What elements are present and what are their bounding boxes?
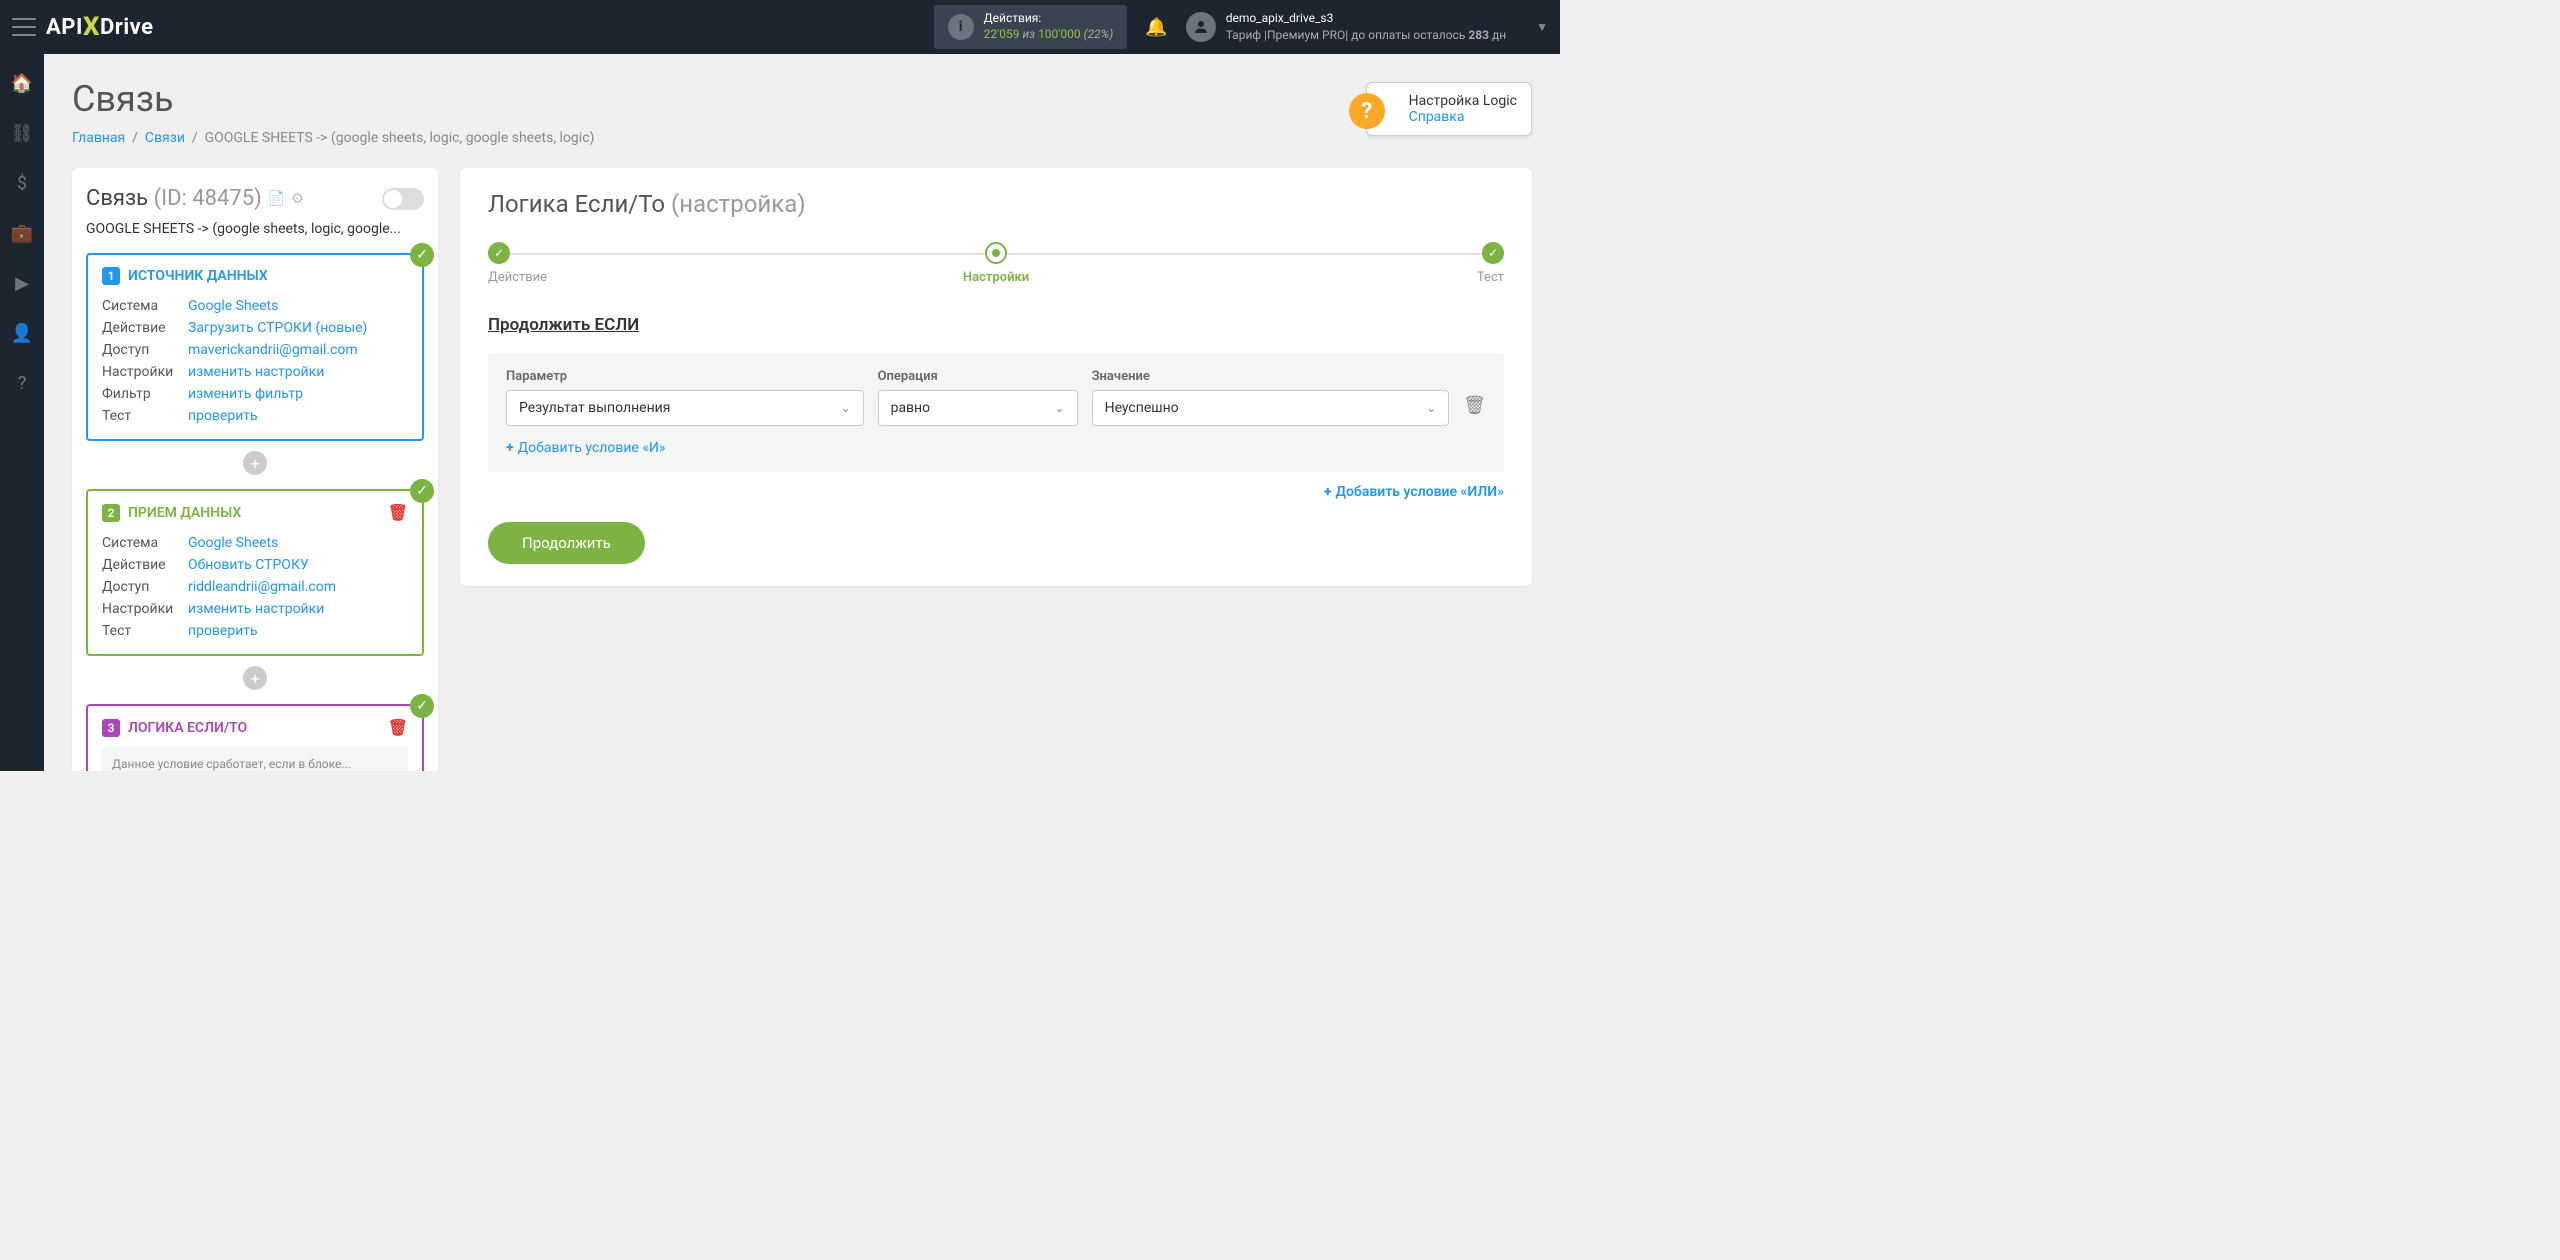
param-label: Параметр [506, 369, 864, 384]
block-source[interactable]: ✓ 1ИСТОЧНИК ДАННЫХ СистемаGoogle Sheets … [86, 253, 424, 441]
step-done-icon[interactable]: ✓ [488, 242, 510, 264]
help-link[interactable]: Справка [1409, 109, 1465, 125]
value-select[interactable]: Неуспешно⌄ [1092, 390, 1450, 426]
conn-id: (ID: 48475) [154, 186, 262, 211]
param-select[interactable]: Результат выполнения⌄ [506, 390, 864, 426]
continue-button[interactable]: Продолжить [488, 522, 645, 564]
chevron-down-icon: ⌄ [841, 401, 851, 415]
avatar-icon [1186, 12, 1216, 42]
usage-pct: (22%) [1084, 27, 1114, 41]
nav-billing-icon[interactable]: $ [11, 172, 33, 194]
value-label: Значение [1092, 369, 1450, 384]
gear-icon[interactable]: ⚙ [291, 191, 304, 207]
logo-text-post: Drive [100, 15, 154, 40]
breadcrumb: Главная / Связи / GOOGLE SHEETS -> (goog… [72, 130, 1532, 146]
add-block-button[interactable]: + [243, 451, 267, 475]
help-box: ? Настройка Logic Справка [1366, 82, 1532, 136]
logo-text-pre: API [46, 15, 83, 40]
topbar: APIXDrive i Действия: 22'059 из 100'000 … [0, 0, 1560, 54]
nav-briefcase-icon[interactable]: 💼 [11, 222, 33, 244]
nav-account-icon[interactable]: 👤 [11, 322, 33, 344]
add-and-button[interactable]: +Добавить условие «И» [506, 440, 1486, 456]
delete-condition-icon[interactable]: 🗑 [1463, 395, 1486, 426]
steps: ✓Действие Настройки ✓Тест [488, 242, 1504, 285]
operation-label: Операция [878, 369, 1078, 384]
connection-panel: Связь (ID: 48475) 📄 ⚙ GOOGLE SHEETS -> (… [72, 168, 438, 771]
operation-select[interactable]: равно⌄ [878, 390, 1078, 426]
check-icon: ✓ [410, 479, 434, 503]
page-title: Связь [72, 78, 1532, 120]
conn-heading: Связь [86, 186, 148, 211]
trash-icon[interactable]: 🗑 [388, 503, 408, 522]
nav-connections-icon[interactable]: ⛓ [11, 122, 33, 144]
trash-icon[interactable]: 🗑 [388, 718, 408, 737]
info-icon: i [948, 14, 974, 40]
usage-used: 22'059 [984, 27, 1020, 41]
nav-home-icon[interactable]: 🏠 [11, 72, 33, 94]
step-icon[interactable]: ✓ [1482, 242, 1504, 264]
check-icon: ✓ [410, 694, 434, 718]
help-question-icon: ? [1349, 93, 1385, 129]
conn-subtitle: GOOGLE SHEETS -> (google sheets, logic, … [86, 221, 424, 237]
crumb-home[interactable]: Главная [72, 130, 125, 146]
crumb-links[interactable]: Связи [145, 130, 185, 146]
logo-x: X [83, 12, 100, 42]
sidebar: 🏠 ⛓ $ 💼 ▶ 👤 ? [0, 54, 44, 771]
chevron-down-icon: ⌄ [1055, 401, 1065, 415]
help-title: Настройка Logic [1409, 93, 1517, 109]
user-menu[interactable]: demo_apix_drive_s3 Тариф |Премиум PRO| д… [1186, 10, 1548, 44]
step-active-icon[interactable] [985, 242, 1007, 264]
username[interactable]: demo_apix_drive_s3 [1226, 11, 1334, 25]
nav-help-icon[interactable]: ? [11, 372, 33, 394]
usage-label: Действия: [984, 11, 1114, 27]
menu-toggle[interactable] [12, 18, 36, 36]
usage-pill[interactable]: i Действия: 22'059 из 100'000 (22%) [934, 5, 1128, 48]
logic-title: Логика Если/То [488, 190, 665, 218]
nav-video-icon[interactable]: ▶ [11, 272, 33, 294]
block-logic[interactable]: ✓ 3ЛОГИКА ЕСЛИ/ТО🗑 Данное условие сработ… [86, 704, 424, 771]
copy-icon[interactable]: 📄 [268, 191, 285, 207]
block-destination[interactable]: ✓ 2ПРИЕМ ДАННЫХ🗑 СистемаGoogle Sheets Де… [86, 489, 424, 656]
section-title: Продолжить ЕСЛИ [488, 315, 1504, 335]
logic-panel: Логика Если/То (настройка) ✓Действие Нас… [460, 168, 1532, 586]
notifications-icon[interactable]: 🔔 [1145, 17, 1167, 38]
add-or-button[interactable]: +Добавить условие «ИЛИ» [488, 484, 1504, 500]
chevron-down-icon[interactable]: ▼ [1536, 20, 1548, 34]
add-block-button[interactable]: + [243, 666, 267, 690]
block-note: Данное условие сработает, если в блоке..… [102, 747, 408, 771]
check-icon: ✓ [410, 243, 434, 267]
chevron-down-icon: ⌄ [1426, 401, 1436, 415]
crumb-current: GOOGLE SHEETS -> (google sheets, logic, … [205, 130, 595, 146]
condition-box: Параметр Результат выполнения⌄ Операция … [488, 353, 1504, 472]
logo[interactable]: APIXDrive [46, 12, 154, 42]
enable-toggle[interactable] [382, 188, 424, 210]
usage-limit: 100'000 [1038, 27, 1081, 41]
